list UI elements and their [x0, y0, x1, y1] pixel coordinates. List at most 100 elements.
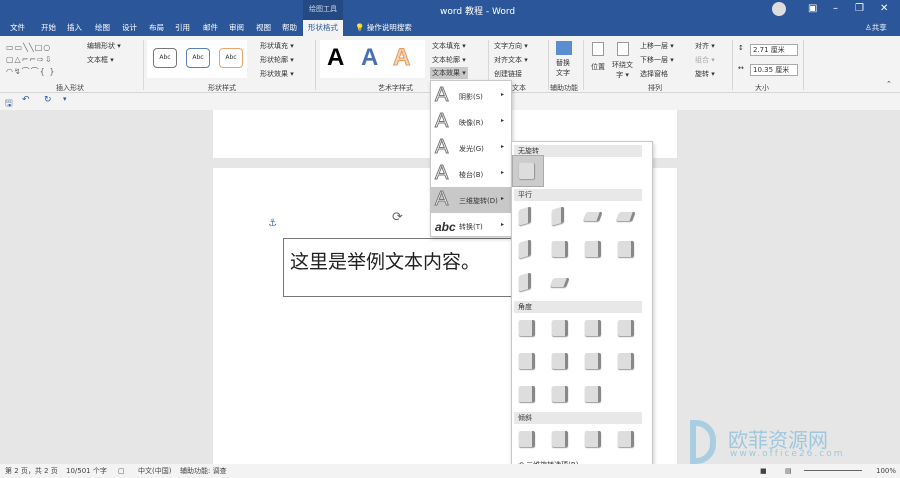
bring-forward-button[interactable]: 上移一层 ▾ [640, 41, 674, 51]
height-input[interactable]: 2.71 厘米 [750, 44, 798, 56]
rotation-preset[interactable] [552, 320, 568, 336]
customize-qat-icon[interactable]: ▾ [63, 95, 67, 103]
rotation-preset[interactable] [550, 278, 570, 287]
wrap-text-button[interactable]: 环绕文 字 ▾ [612, 60, 633, 80]
save-icon[interactable]: 🖫 [5, 96, 13, 112]
rotation-preset[interactable] [552, 386, 568, 402]
accessibility-status[interactable]: 辅助功能: 调查 [180, 464, 227, 478]
text-direction-button[interactable]: 文字方向 ▾ [494, 41, 528, 51]
menu-item[interactable]: A 阴影(S) ▸ [431, 83, 511, 109]
rotation-preset[interactable] [552, 353, 568, 369]
selection-pane-button[interactable]: 选择窗格 [640, 69, 668, 79]
tab-6[interactable]: 引用 [170, 20, 195, 36]
menu-item[interactable]: A 棱台(B) ▸ [431, 161, 511, 187]
align-text-button[interactable]: 对齐文本 ▾ [494, 55, 528, 65]
menu-item[interactable]: A 三维旋转(D) ▸ [431, 187, 511, 213]
tab-8[interactable]: 审阅 [224, 20, 249, 36]
text-outline-button[interactable]: 文本轮廓 ▾ [432, 55, 466, 65]
search-tell-me[interactable]: 💡 操作说明搜索 [350, 20, 417, 36]
rotation-preset[interactable] [519, 431, 535, 447]
rotation-preset[interactable] [552, 431, 568, 447]
rotation-preset[interactable] [519, 386, 535, 402]
share-button[interactable]: ♙共享 [860, 20, 892, 36]
shape-style-preset[interactable]: Abc [219, 48, 243, 68]
rotation-preset[interactable] [519, 239, 531, 259]
rotation-preset[interactable] [616, 212, 636, 221]
wordart-preset[interactable]: A [327, 44, 344, 72]
page-count[interactable]: 第 2 页，共 2 页 [5, 464, 58, 478]
shapes-gallery[interactable]: ▭▭╲╲□○ ▢△⌐⌐⇨⇩ ◠↯⌒⌒{ } [6, 42, 76, 78]
text-box[interactable]: 这里是举例文本内容。 [283, 238, 513, 297]
align-button[interactable]: 对齐 ▾ [695, 41, 715, 51]
rotation-preset[interactable] [519, 320, 535, 336]
tab-0[interactable]: 文件 [5, 20, 30, 36]
tab-5[interactable]: 布局 [144, 20, 169, 36]
restore-button[interactable]: ❐ [855, 3, 864, 14]
tab-3[interactable]: 绘图 [90, 20, 115, 36]
tab-11[interactable]: 形状格式 [303, 20, 343, 36]
zoom-level[interactable]: 100% [876, 464, 896, 478]
tab-1[interactable]: 开始 [36, 20, 61, 36]
close-button[interactable]: ✕ [880, 3, 888, 14]
rotation-preset[interactable] [585, 431, 601, 447]
minimize-button[interactable]: – [833, 3, 838, 14]
proofing-icon[interactable]: ▢ [118, 464, 125, 478]
rotation-preset[interactable] [618, 320, 634, 336]
alt-text-button[interactable]: 替换 文字 [556, 58, 570, 78]
language[interactable]: 中文(中国) [138, 464, 171, 478]
width-input[interactable]: 10.35 厘米 [750, 64, 798, 76]
rotation-preset[interactable] [519, 163, 535, 179]
print-layout-icon[interactable]: ■ [760, 464, 767, 478]
rotation-preset[interactable] [519, 353, 535, 369]
group-button[interactable]: 组合 ▾ [695, 55, 715, 65]
rotate-button[interactable]: 旋转 ▾ [695, 69, 715, 79]
tab-9[interactable]: 视图 [251, 20, 276, 36]
rotation-preset[interactable] [618, 353, 634, 369]
divider [315, 40, 316, 90]
tab-10[interactable]: 帮助 [277, 20, 302, 36]
rotation-preset[interactable] [519, 206, 531, 226]
create-link-button[interactable]: 创建链接 [494, 69, 522, 79]
rotation-preset[interactable] [519, 272, 531, 292]
collapse-ribbon-icon[interactable]: ⌃ [886, 80, 892, 88]
rotation-preset[interactable] [552, 206, 564, 226]
shape-effects-button[interactable]: 形状效果 ▾ [260, 69, 294, 79]
rotation-preset[interactable] [585, 320, 601, 336]
rotation-preset[interactable] [585, 386, 601, 402]
undo-icon[interactable]: ↶ [22, 95, 30, 105]
share-label: 共享 [871, 23, 887, 32]
avatar[interactable] [772, 2, 786, 16]
menu-item[interactable]: A 映像(R) ▸ [431, 109, 511, 135]
wordart-preset[interactable]: A [361, 44, 378, 72]
shape-style-preset[interactable]: Abc [153, 48, 177, 68]
rotation-preset[interactable] [618, 431, 634, 447]
rotation-preset[interactable] [585, 241, 601, 257]
text-box-content[interactable]: 这里是举例文本内容。 [290, 247, 480, 274]
shape-fill-button[interactable]: 形状填充 ▾ [260, 41, 294, 51]
tab-7[interactable]: 邮件 [198, 20, 223, 36]
send-backward-button[interactable]: 下移一层 ▾ [640, 55, 674, 65]
shape-outline-button[interactable]: 形状轮廓 ▾ [260, 55, 294, 65]
text-fill-button[interactable]: 文本填充 ▾ [432, 41, 466, 51]
zoom-slider[interactable] [804, 470, 862, 471]
text-effects-button[interactable]: 文本效果 ▾ [430, 67, 468, 79]
word-count[interactable]: 10/501 个字 [66, 464, 107, 478]
shape-style-preset[interactable]: Abc [186, 48, 210, 68]
rotation-preset[interactable] [583, 212, 603, 221]
redo-icon[interactable]: ↻ [44, 95, 52, 105]
web-layout-icon[interactable]: ▤ [785, 464, 792, 478]
rotation-preset[interactable] [585, 353, 601, 369]
rotation-preset[interactable] [552, 241, 568, 257]
menu-item[interactable]: abc 转换(T) ▸ [431, 213, 511, 239]
rotate-handle-icon[interactable]: ⟳ [392, 210, 403, 225]
textbox-button[interactable]: 文本框 ▾ [87, 55, 114, 65]
submenu-arrow-icon: ▸ [501, 221, 505, 228]
tab-4[interactable]: 设计 [117, 20, 142, 36]
wordart-preset[interactable]: A [392, 44, 410, 72]
edit-shape-button[interactable]: 编辑形状 ▾ [87, 41, 121, 51]
tab-2[interactable]: 插入 [62, 20, 87, 36]
position-button[interactable]: 位置 [591, 62, 605, 72]
ribbon-display-icon[interactable]: ▣ [808, 3, 817, 14]
rotation-preset[interactable] [618, 241, 634, 257]
menu-item[interactable]: A 发光(G) ▸ [431, 135, 511, 161]
